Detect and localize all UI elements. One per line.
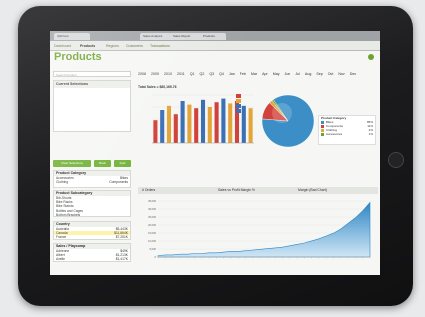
current-selections-box: Current Selections [53, 80, 131, 132]
legend-item: Accessories 1% [319, 132, 375, 136]
list-item[interactable]: Clothing Components [54, 180, 130, 184]
listbox-product-category[interactable]: Product Category Accessories Bikes Clothi… [53, 170, 131, 188]
time-filter-item[interactable]: Feb [240, 72, 246, 76]
browser-tab[interactable]: QlikView [54, 33, 90, 40]
y-tick-label: 15,000 [148, 231, 156, 235]
time-filter-bar: 2008 2009 2010 2011 Q1 Q2 Q3 Q4 Jan Feb Mar Apr May J… [138, 71, 378, 78]
y-tick-label: 25,000 [148, 215, 156, 219]
browser-tab-bar: QlikView Sales Analysis Sales Report Pro… [50, 31, 380, 41]
mini-bar [236, 94, 241, 98]
clear-selections-button[interactable]: Clear Selections [53, 160, 91, 167]
tablet-screen: QlikView Sales Analysis Sales Report Pro… [50, 31, 380, 275]
tab-margin[interactable]: Margin (Bad Chart) [298, 187, 327, 194]
tab-transactions[interactable]: Transactions [150, 43, 170, 49]
selection-buttons: Clear Selections Back Fwd [53, 160, 131, 167]
time-filter-item[interactable]: Mar [251, 72, 257, 76]
bottom-panel-header: # Orders Sales vs Profit Margin % Margin… [138, 187, 378, 194]
time-filter-item[interactable]: Jun [285, 72, 291, 76]
time-filter-item[interactable]: Q4 [219, 72, 224, 76]
time-filter-item[interactable]: Sep [316, 72, 322, 76]
sidebar: Search Product Current Selections Clear … [53, 71, 133, 271]
pie-chart [261, 94, 315, 148]
time-filter-item[interactable]: Aug [305, 72, 311, 76]
bar [180, 101, 185, 143]
y-tick-label: 20,000 [148, 223, 156, 227]
browser-tab[interactable]: Sales Report [170, 33, 202, 40]
mini-bar [236, 104, 241, 108]
tab-dashboard[interactable]: Dashboard [54, 43, 71, 49]
back-button[interactable]: Back [94, 160, 111, 167]
time-filter-item[interactable]: Oct [328, 72, 334, 76]
time-filter-item[interactable]: Apr [262, 72, 268, 76]
status-indicator-icon [368, 54, 374, 60]
tab-sales-vs-margin[interactable]: Sales vs Profit Margin % [218, 187, 255, 194]
time-filter-item[interactable]: May [273, 72, 280, 76]
photo-scene: QlikView Sales Analysis Sales Report Pro… [0, 0, 425, 317]
time-filter-item[interactable]: 2009 [151, 72, 159, 76]
tab-regions[interactable]: Regions [106, 43, 119, 49]
mini-bar-chart [236, 94, 241, 113]
tab-orders[interactable]: # Orders [142, 187, 155, 194]
page-title: Products [54, 51, 102, 63]
mini-bar [236, 109, 241, 113]
pie-legend: Product Category Bikes 85% Components 11% … [318, 115, 376, 145]
browser-tab[interactable]: Products [200, 33, 226, 40]
listbox-sales-rep[interactable]: Sales / Playcomp Adrienne $49K Albert $1,2… [53, 243, 131, 262]
listbox-country[interactable]: Country Australia $5,443K Canada $11,664K … [53, 221, 131, 240]
current-selections-title: Current Selections [54, 81, 130, 88]
time-filter-item[interactable]: 2011 [177, 72, 185, 76]
sheet-tab-bar: Dashboard Products Regions Customers Tra… [50, 41, 380, 51]
area-chart: 35,000 30,000 25,000 20,000 15,000 10,000 5,00… [148, 199, 371, 259]
bar [200, 99, 206, 143]
mini-bar [236, 99, 241, 103]
bar [221, 98, 226, 143]
bar [160, 110, 165, 143]
y-tick-label: 30,000 [148, 207, 156, 211]
time-filter-item[interactable]: Jan [229, 72, 235, 76]
time-filter-item[interactable]: Q1 [190, 72, 195, 76]
y-tick-label: 10,000 [148, 239, 156, 243]
tab-products[interactable]: Products [80, 43, 95, 49]
browser-tab[interactable]: Sales Analysis [140, 33, 172, 40]
time-filter-item[interactable]: Nov [338, 72, 344, 76]
bar [173, 114, 178, 143]
time-filter-item[interactable]: Q2 [200, 72, 205, 76]
bar [194, 108, 199, 143]
y-tick-label: 0 [155, 255, 157, 259]
time-filter-item[interactable]: 2008 [138, 72, 146, 76]
bar [248, 108, 253, 143]
list-item[interactable]: France $7,251K [54, 235, 130, 239]
tab-customers[interactable]: Customers [126, 43, 143, 49]
listbox-product-subcategory[interactable]: Product Subcategory Bib-Shorts Bike Rack… [53, 190, 131, 217]
pie-highlight [272, 103, 292, 123]
home-button[interactable] [388, 152, 404, 168]
bar [228, 103, 233, 143]
search-input[interactable]: Search Product [53, 71, 131, 77]
time-filter-item[interactable]: Dec [350, 72, 356, 76]
list-item[interactable]: Axelle $1,417K [54, 257, 130, 261]
y-tick-label: 5,000 [150, 247, 157, 251]
bar [187, 104, 192, 143]
bar [153, 120, 158, 143]
list-item[interactable]: Bottom Brackets [54, 213, 130, 217]
forward-button[interactable]: Fwd [114, 160, 131, 167]
bar [214, 102, 219, 143]
time-filter-item[interactable]: Q3 [209, 72, 214, 76]
time-filter-item[interactable]: Jul [295, 72, 300, 76]
bar [207, 107, 212, 143]
y-tick-label: 35,000 [148, 199, 156, 203]
time-filter-item[interactable]: 2010 [164, 72, 172, 76]
bar-chart-title: Total Sales = $80,165.76 [138, 85, 177, 89]
bar [166, 105, 172, 143]
